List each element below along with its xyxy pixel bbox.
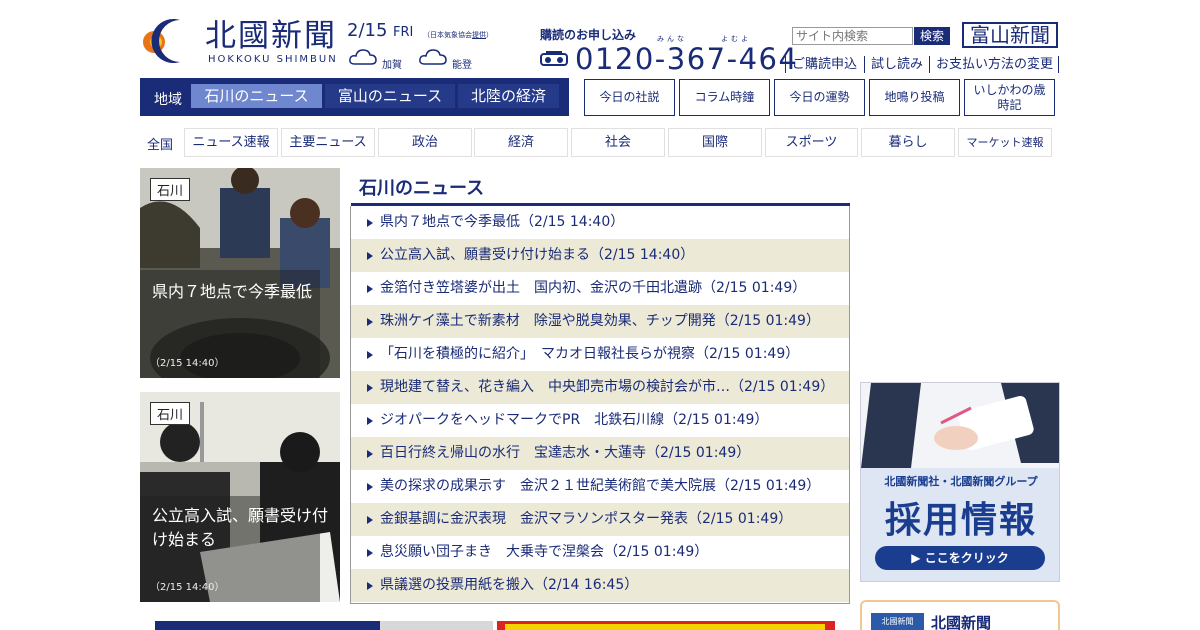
ad-click-button[interactable]: ▶ ここをクリック bbox=[875, 546, 1045, 570]
weather-credit: （日本気象協会提供） bbox=[423, 31, 493, 39]
arrow-right-icon bbox=[367, 219, 373, 227]
category-international[interactable]: 国際 bbox=[668, 128, 762, 157]
cloud-icon bbox=[349, 49, 377, 65]
category-economy[interactable]: 経済 bbox=[474, 128, 568, 157]
ad-headline: 採用情報 bbox=[884, 500, 1037, 541]
ad-company-name: 北國新聞社・北國新聞グループ bbox=[884, 475, 1038, 488]
arrow-right-icon bbox=[367, 351, 373, 359]
link-horoscope[interactable]: 今日の運勢 bbox=[774, 79, 865, 116]
card-region-tag: 石川 bbox=[150, 178, 191, 201]
subscribe-label: 購読のお申し込み bbox=[540, 28, 637, 42]
arrow-right-icon bbox=[367, 285, 373, 293]
card-timestamp: （2/15 14:40） bbox=[150, 358, 225, 369]
news-item[interactable]: 県内７地点で今季最低（2/15 14:40） bbox=[351, 206, 849, 239]
arrow-right-icon bbox=[367, 549, 373, 557]
recruitment-ad-banner[interactable]: 北國新聞社・北國新聞グループ 採用情報 ▶ ここをクリック bbox=[860, 382, 1060, 582]
news-item[interactable]: 金箔付き笠塔婆が出土 国内初、金沢の千田北遺跡（2/15 01:49） bbox=[351, 272, 849, 305]
card-timestamp: （2/15 14:40） bbox=[150, 582, 225, 593]
arrow-right-icon bbox=[367, 252, 373, 260]
arrow-right-icon bbox=[367, 384, 373, 392]
subscription-phone-number[interactable]: 0120-367-464 bbox=[575, 42, 798, 76]
news-section-title: 石川のニュース bbox=[359, 178, 485, 199]
news-item[interactable]: 美の探求の成果示す 金沢２１世紀美術館で美大院展（2/15 01:49） bbox=[351, 470, 849, 503]
arrow-right-icon bbox=[367, 318, 373, 326]
news-item[interactable]: 現地建て替え、花き編入 中央卸売市場の検討会が市…（2/15 01:49） bbox=[351, 371, 849, 404]
promo-name: 北國新聞 bbox=[931, 614, 992, 630]
category-sports[interactable]: スポーツ bbox=[765, 128, 858, 157]
link-ishikawa-almanac[interactable]: いしかわの歳時記 bbox=[964, 79, 1055, 116]
bottom-banner-left-image bbox=[380, 621, 493, 630]
tab-ishikawa-news[interactable]: 石川のニュース bbox=[191, 84, 322, 108]
current-date: 2/15 bbox=[347, 20, 388, 41]
category-market-news[interactable]: マーケット速報 bbox=[958, 128, 1052, 157]
site-search-input[interactable] bbox=[792, 27, 913, 45]
card-headline[interactable]: 公立高入試、願書受け付け始まる bbox=[152, 504, 332, 552]
tab-toyama-news[interactable]: 富山のニュース bbox=[325, 84, 455, 108]
tab-hokuriku-economy[interactable]: 北陸の経済 bbox=[458, 84, 559, 108]
search-button[interactable]: 検索 bbox=[914, 27, 950, 45]
news-item[interactable]: 珠洲ケイ藻土で新素材 除湿や脱臭効果、チップ開発（2/15 01:49） bbox=[351, 305, 849, 338]
category-lifestyle[interactable]: 暮らし bbox=[861, 128, 955, 157]
card-region-tag: 石川 bbox=[150, 402, 191, 425]
cloud-icon bbox=[419, 49, 447, 65]
news-item[interactable]: ジオパークをヘッドマークでPR 北鉄石川線（2/15 01:49） bbox=[351, 404, 849, 437]
toyama-shimbun-link[interactable]: 富山新聞 bbox=[962, 22, 1058, 48]
nav-region-label: 地域 bbox=[154, 92, 182, 108]
link-subscribe[interactable]: ご購読申込 bbox=[785, 56, 857, 73]
category-top-news[interactable]: 主要ニュース bbox=[281, 128, 375, 157]
news-photo-card[interactable]: 石川 県内７地点で今季最低 （2/15 14:40） bbox=[140, 168, 340, 378]
promo-logo: 北國新聞 bbox=[871, 613, 924, 630]
weather-area-noto: 能登 bbox=[452, 60, 472, 71]
link-editorial[interactable]: 今日の社説 bbox=[584, 79, 675, 116]
site-logo-subtitle: HOKKOKU SHIMBUN bbox=[208, 54, 338, 65]
news-list: 県内７地点で今季最低（2/15 14:40） 公立高入試、願書受け付け始まる（2… bbox=[350, 206, 850, 604]
category-society[interactable]: 社会 bbox=[571, 128, 665, 157]
news-item[interactable]: 金銀基調に金沢表現 金沢マラソンポスター発表（2/15 01:49） bbox=[351, 503, 849, 536]
bottom-banner-right-image bbox=[505, 624, 825, 630]
category-politics[interactable]: 政治 bbox=[378, 128, 472, 157]
arrow-right-icon bbox=[367, 483, 373, 491]
link-trial[interactable]: 試し読み bbox=[864, 56, 923, 73]
hokkoku-logo-mark-icon[interactable] bbox=[140, 16, 198, 64]
site-logo-text[interactable]: 北國新聞 bbox=[205, 18, 337, 54]
news-item[interactable]: 「石川を積極的に紹介」 マカオ日報社長らが視察（2/15 01:49） bbox=[351, 338, 849, 371]
news-item[interactable]: 公立高入試、願書受け付け始まる（2/15 14:40） bbox=[351, 239, 849, 272]
utility-divider bbox=[1058, 56, 1059, 73]
weather-credit-link[interactable]: 提供 bbox=[472, 31, 486, 39]
news-item[interactable]: 息災願い団子まき 大乗寺で涅槃会（2/15 01:49） bbox=[351, 536, 849, 569]
arrow-right-icon bbox=[367, 450, 373, 458]
category-national[interactable]: 全国 bbox=[147, 134, 173, 153]
arrow-right-icon bbox=[367, 417, 373, 425]
link-payment-change[interactable]: お支払い方法の変更 bbox=[929, 56, 1053, 73]
news-item[interactable]: 百日行終え帰山の水行 宝達志水・大蓮寺（2/15 01:49） bbox=[351, 437, 849, 470]
link-column-jisho[interactable]: コラム時鐘 bbox=[679, 79, 770, 116]
weather-area-kaga: 加賀 bbox=[382, 60, 402, 71]
free-dial-icon bbox=[540, 51, 568, 66]
news-photo-card[interactable]: 石川 公立高入試、願書受け付け始まる （2/15 14:40） bbox=[140, 392, 340, 602]
arrow-right-icon bbox=[367, 582, 373, 590]
link-reader-posts[interactable]: 地鳴り投稿 bbox=[869, 79, 960, 116]
day-of-week: FRI bbox=[393, 25, 414, 40]
news-item[interactable]: 県議選の投票用紙を搬入（2/14 16:45） bbox=[351, 569, 849, 602]
card-headline[interactable]: 県内７地点で今季最低 bbox=[152, 280, 332, 304]
category-breaking-news[interactable]: ニュース速報 bbox=[184, 128, 278, 157]
arrow-right-icon bbox=[367, 516, 373, 524]
